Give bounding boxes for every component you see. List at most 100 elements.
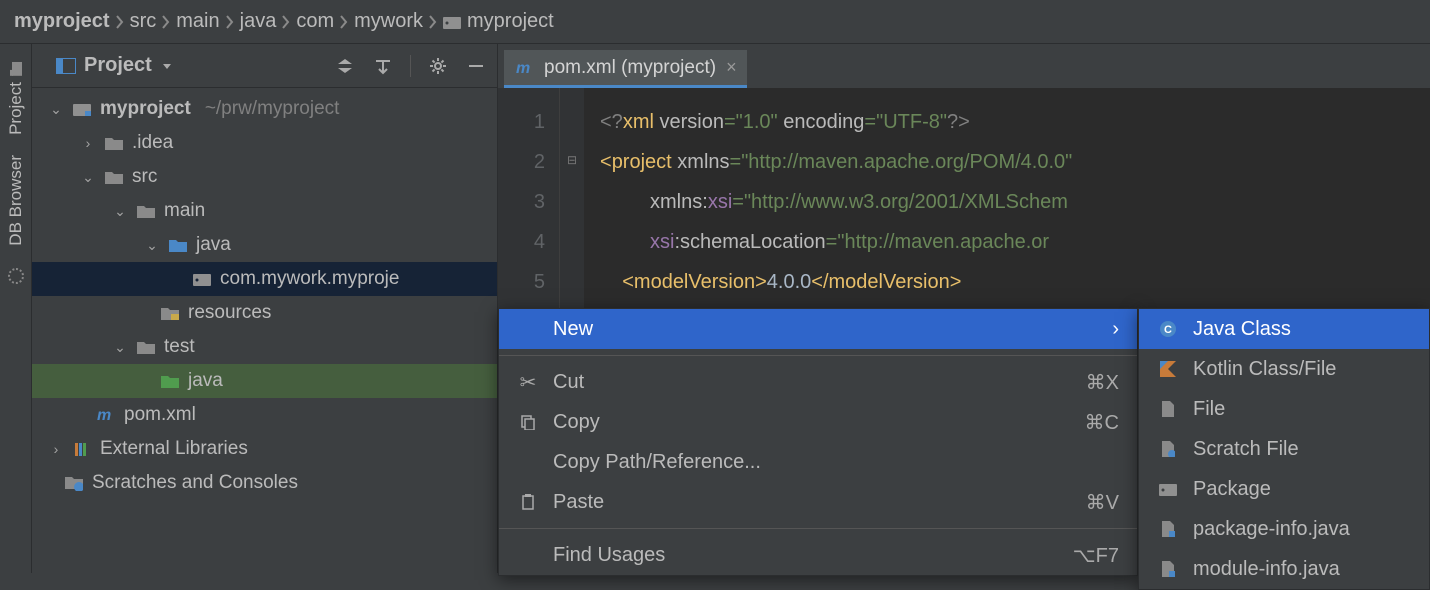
tree-label: .idea (132, 132, 173, 154)
tab-project[interactable]: Project (2, 52, 30, 145)
breadcrumb-item[interactable]: com (296, 10, 334, 33)
breadcrumb-item[interactable]: mywork (354, 10, 423, 33)
tree-label: main (164, 200, 205, 222)
tree-root[interactable]: ⌄ myproject ~/prw/myproject (32, 92, 497, 126)
breadcrumb: myproject src main java com mywork mypro… (0, 0, 1430, 44)
gear-icon[interactable] (427, 55, 449, 77)
line-number: 4 (498, 222, 545, 262)
ctx-label: Cut (553, 371, 584, 394)
ctx-copy[interactable]: Copy ⌘C (499, 402, 1137, 442)
sub-scratch[interactable]: Scratch File (1139, 429, 1429, 469)
package-icon (443, 15, 461, 29)
resources-folder-icon (160, 305, 180, 321)
tree-external-libraries[interactable]: › External Libraries (32, 432, 497, 466)
java-file-icon (1157, 521, 1179, 537)
tree-path: ~/prw/myproject (205, 98, 340, 120)
context-menu: New › ✂ Cut ⌘X Copy ⌘C Copy Path/Referen… (498, 308, 1138, 576)
module-icon (72, 101, 92, 117)
tree-test[interactable]: ⌄ test (32, 330, 497, 364)
folder-icon (104, 169, 124, 185)
expand-icon[interactable]: › (48, 441, 64, 457)
tree-scratches[interactable]: Scratches and Consoles (32, 466, 497, 500)
ctx-find-usages[interactable]: Find Usages ⌥F7 (499, 535, 1137, 575)
expand-icon[interactable]: ⌄ (80, 169, 96, 186)
editor-tab-pom[interactable]: m pom.xml (myproject) × (504, 50, 747, 88)
ctx-label: Copy Path/Reference... (553, 451, 761, 474)
sub-package-info[interactable]: package-info.java (1139, 509, 1429, 549)
tree-main[interactable]: ⌄ main (32, 194, 497, 228)
ctx-cut[interactable]: ✂ Cut ⌘X (499, 362, 1137, 402)
project-tree[interactable]: ⌄ myproject ~/prw/myproject › .idea ⌄ sr… (32, 88, 497, 573)
expand-icon[interactable]: › (80, 135, 96, 151)
ctx-label: New (553, 318, 593, 341)
ctx-new[interactable]: New › (499, 309, 1137, 349)
close-icon[interactable]: × (726, 57, 737, 78)
panel-header: Project (32, 44, 497, 88)
ctx-label: Find Usages (553, 544, 665, 567)
fold-icon[interactable]: ⊟ (567, 140, 577, 180)
select-opened-file-button[interactable] (334, 55, 356, 77)
sub-package[interactable]: Package (1139, 469, 1429, 509)
line-number: 1 (498, 102, 545, 142)
project-view-icon (56, 58, 76, 74)
sub-kotlin[interactable]: Kotlin Class/File (1139, 349, 1429, 389)
chevron-right-icon (114, 12, 126, 32)
breadcrumb-project[interactable]: myproject (14, 10, 110, 33)
libraries-icon (72, 441, 92, 457)
separator (499, 528, 1137, 529)
folder-icon (9, 62, 23, 76)
package-icon (192, 271, 212, 287)
sub-java-class[interactable]: C Java Class (1139, 309, 1429, 349)
panel-title[interactable]: Project (56, 54, 322, 77)
side-tabs: Project DB Browser (0, 44, 32, 573)
expand-icon[interactable]: ⌄ (112, 203, 128, 220)
line-number: 3 (498, 182, 545, 222)
tree-resources[interactable]: resources (32, 296, 497, 330)
file-icon (1157, 401, 1179, 417)
sub-module-info[interactable]: module-info.java (1139, 549, 1429, 589)
minimize-button[interactable] (465, 55, 487, 77)
ctx-label: Kotlin Class/File (1193, 358, 1336, 381)
tree-idea[interactable]: › .idea (32, 126, 497, 160)
source-folder-icon (168, 237, 188, 253)
copy-icon (517, 414, 539, 430)
tree-test-java[interactable]: java (32, 364, 497, 398)
cut-icon: ✂ (517, 370, 539, 395)
new-submenu: C Java Class Kotlin Class/File File Scra… (1138, 308, 1430, 590)
breadcrumb-item[interactable]: main (176, 10, 219, 33)
breadcrumb-item[interactable]: java (240, 10, 277, 33)
chevron-right-icon (160, 12, 172, 32)
tree-pom[interactable]: m pom.xml (32, 398, 497, 432)
panel-actions (334, 55, 487, 77)
tree-src[interactable]: ⌄ src (32, 160, 497, 194)
shortcut: ⌘C (1085, 410, 1119, 435)
chevron-down-icon (160, 59, 174, 73)
breadcrumb-item[interactable]: src (130, 10, 157, 33)
expand-icon[interactable]: ⌄ (48, 101, 64, 118)
project-panel: Project ⌄ myproject ~/prw/myproject (32, 44, 498, 573)
tree-label: com.mywork.myproje (220, 268, 399, 290)
line-number: 5 (498, 262, 545, 302)
folder-icon (136, 203, 156, 219)
ctx-label: package-info.java (1193, 518, 1350, 541)
kotlin-icon (1157, 361, 1179, 377)
breadcrumb-package[interactable]: myproject (443, 10, 554, 33)
db-browser-label: DB Browser (6, 155, 26, 246)
expand-icon[interactable]: ⌄ (112, 339, 128, 356)
tree-package-selected[interactable]: com.mywork.myproje (32, 262, 497, 296)
scratches-icon (64, 475, 84, 491)
editor-tabbar: m pom.xml (myproject) × (498, 44, 1430, 88)
project-label: Project (6, 82, 26, 135)
tree-label: External Libraries (100, 438, 248, 460)
meet-icon[interactable] (8, 268, 24, 284)
tree-label: Scratches and Consoles (92, 472, 298, 494)
sub-file[interactable]: File (1139, 389, 1429, 429)
ctx-paste[interactable]: Paste ⌘V (499, 482, 1137, 522)
ctx-copy-path[interactable]: Copy Path/Reference... (499, 442, 1137, 482)
tree-java[interactable]: ⌄ java (32, 228, 497, 262)
expand-icon[interactable]: ⌄ (144, 237, 160, 254)
paste-icon (517, 494, 539, 510)
expand-all-button[interactable] (372, 55, 394, 77)
tab-db-browser[interactable]: DB Browser (2, 145, 30, 256)
scratch-file-icon (1157, 441, 1179, 457)
